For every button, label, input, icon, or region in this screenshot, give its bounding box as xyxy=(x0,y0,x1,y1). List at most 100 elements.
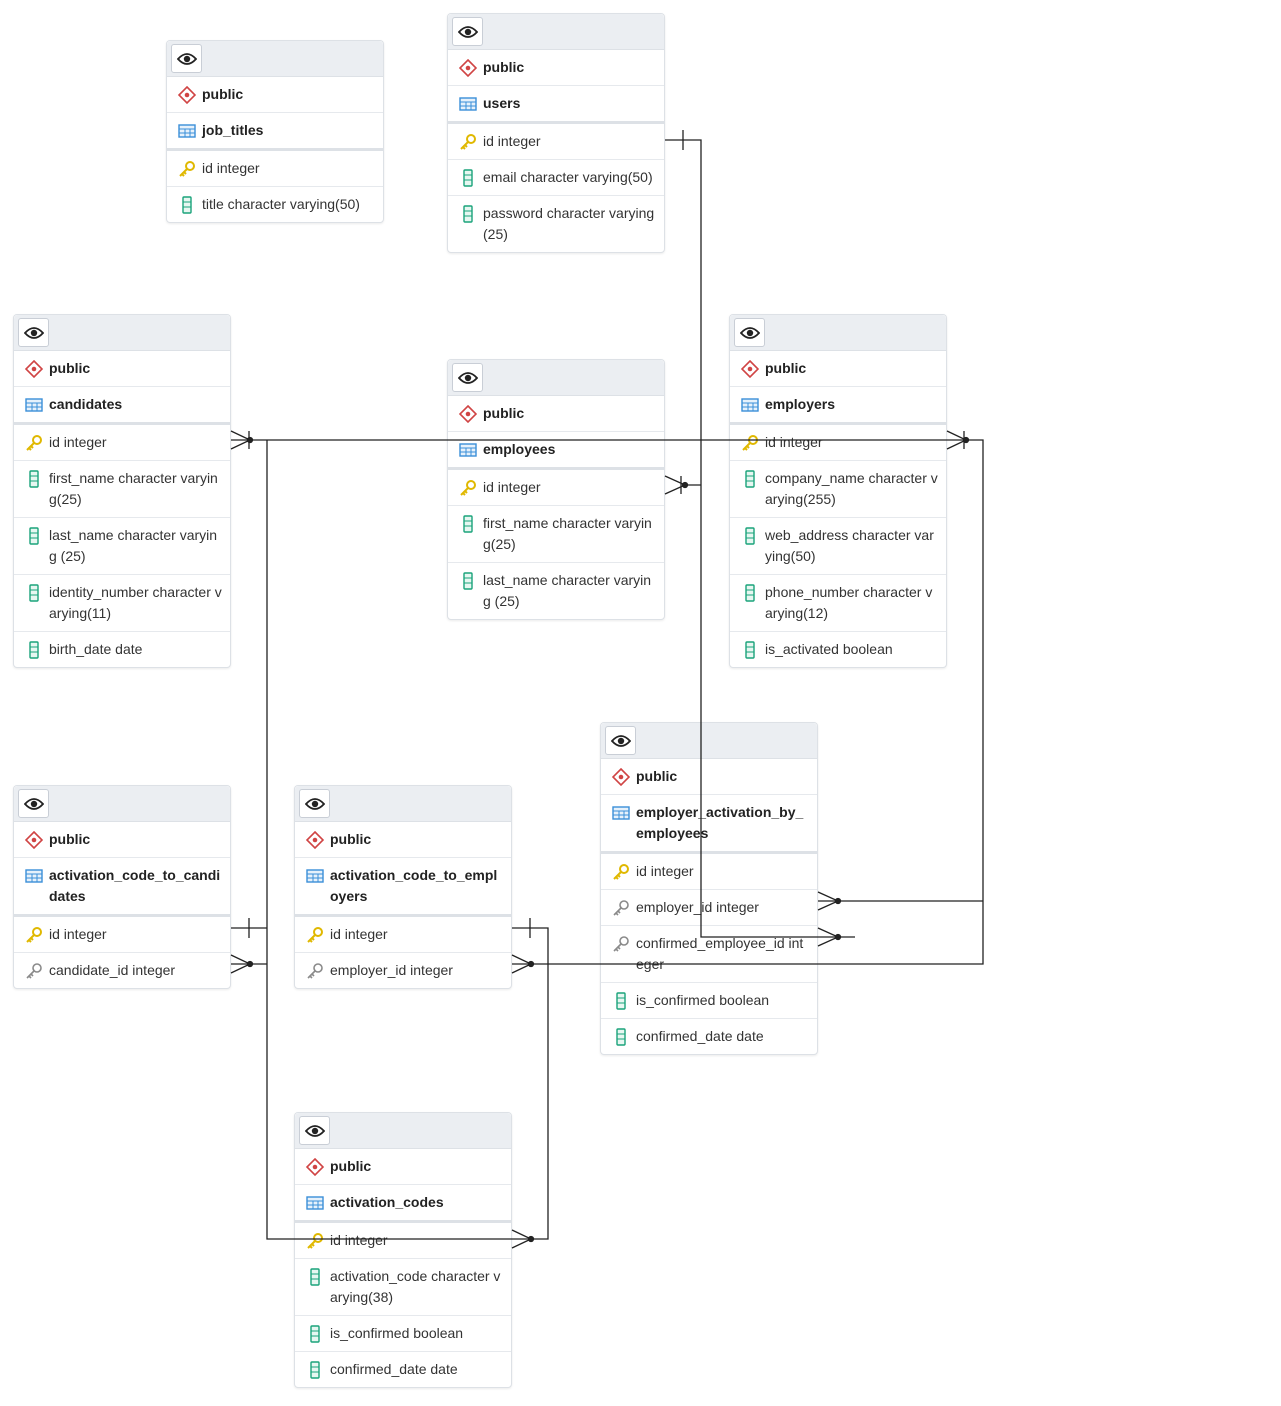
column-row[interactable]: confirmed_date date xyxy=(295,1352,511,1387)
column-row[interactable]: id integer xyxy=(601,854,817,890)
schema-row: public xyxy=(448,50,664,86)
column-row[interactable]: id integer xyxy=(14,917,230,953)
table-employees[interactable]: public employees id integer first_name char… xyxy=(447,359,665,620)
column-label: id integer xyxy=(483,479,541,495)
column-row[interactable]: last_name character varying (25) xyxy=(448,563,664,619)
column-label: confirmed_date date xyxy=(330,1361,458,1377)
table-candidates[interactable]: public candidates id integer first_name cha… xyxy=(13,314,231,668)
column-row[interactable]: id integer xyxy=(730,425,946,461)
column-row[interactable]: is_confirmed boolean xyxy=(601,983,817,1019)
table-header[interactable] xyxy=(601,723,817,759)
column-row[interactable]: is_activated boolean xyxy=(730,632,946,667)
table-name-row: job_titles xyxy=(167,113,383,151)
column-label: password character varying (25) xyxy=(483,205,655,242)
column-row[interactable]: first_name character varying(25) xyxy=(448,506,664,563)
column-row[interactable]: id integer xyxy=(14,425,230,461)
table-name: employees xyxy=(483,441,556,457)
schema-row: public xyxy=(730,351,946,387)
schema-row: public xyxy=(167,77,383,113)
column-row[interactable]: confirmed_date date xyxy=(601,1019,817,1054)
column-row[interactable]: phone_number character varying(12) xyxy=(730,575,946,632)
crowfoot-marker xyxy=(946,430,968,450)
table-name: employers xyxy=(765,396,836,412)
column-row[interactable]: activation_code character varying(38) xyxy=(295,1259,511,1316)
crowfoot-marker xyxy=(511,954,533,974)
column-row[interactable]: id integer xyxy=(295,1223,511,1259)
column-label: is_confirmed boolean xyxy=(636,992,770,1008)
schema-name: public xyxy=(483,59,525,75)
crowfoot-marker xyxy=(230,954,252,974)
table-name-row: employer_activation_by_employees xyxy=(601,795,817,854)
column-label: id integer xyxy=(483,133,541,149)
column-label: last_name character varying (25) xyxy=(483,572,652,609)
table-header[interactable] xyxy=(448,14,664,50)
column-row[interactable]: id integer xyxy=(448,470,664,506)
column-row[interactable]: company_name character varying(255) xyxy=(730,461,946,518)
column-row[interactable]: title character varying(50) xyxy=(167,187,383,222)
table-header[interactable] xyxy=(14,786,230,822)
schema-row: public xyxy=(601,759,817,795)
table-job-titles[interactable]: public job_titlesid integer title characte… xyxy=(166,40,384,223)
column-label: is_activated boolean xyxy=(765,641,893,657)
column-label: confirmed_date date xyxy=(636,1028,764,1044)
eye-icon[interactable] xyxy=(18,318,49,347)
table-name-row: employers xyxy=(730,387,946,425)
column-row[interactable]: email character varying(50) xyxy=(448,160,664,196)
table-header[interactable] xyxy=(730,315,946,351)
table-users[interactable]: public users id integer email character var… xyxy=(447,13,665,253)
column-label: first_name character varying(25) xyxy=(49,470,218,507)
schema-name: public xyxy=(202,86,244,102)
table-activation-codes[interactable]: public activation_codes id integer activati… xyxy=(294,1112,512,1388)
table-name: job_titles xyxy=(202,122,264,138)
column-row[interactable]: employer_id integer xyxy=(601,890,817,926)
table-activation-code-to-candidates[interactable]: public activation_code_to_candidates id in… xyxy=(13,785,231,989)
column-row[interactable]: is_confirmed boolean xyxy=(295,1316,511,1352)
column-row[interactable]: id integer xyxy=(448,124,664,160)
schema-name: public xyxy=(330,1158,372,1174)
column-label: candidate_id integer xyxy=(49,962,176,978)
column-label: email character varying(50) xyxy=(483,169,653,185)
column-label: id integer xyxy=(330,926,388,942)
table-header[interactable] xyxy=(14,315,230,351)
table-header[interactable] xyxy=(167,41,383,77)
column-label: id integer xyxy=(636,863,694,879)
schema-name: public xyxy=(483,405,525,421)
column-label: phone_number character varying(12) xyxy=(765,584,933,621)
column-row[interactable]: employer_id integer xyxy=(295,953,511,988)
table-activation-code-to-employers[interactable]: public activation_code_to_employers id int… xyxy=(294,785,512,989)
table-name: activation_code_to_employers xyxy=(330,867,498,904)
column-row[interactable]: identity_number character varying(11) xyxy=(14,575,230,632)
column-row[interactable]: id integer xyxy=(167,151,383,187)
column-row[interactable]: last_name character varying (25) xyxy=(14,518,230,575)
column-row[interactable]: birth_date date xyxy=(14,632,230,667)
column-label: last_name character varying (25) xyxy=(49,527,218,564)
table-name-row: activation_codes xyxy=(295,1185,511,1223)
table-employer-activation-by-employees[interactable]: public employer_activation_by_employeesid… xyxy=(600,722,818,1055)
eye-icon[interactable] xyxy=(734,318,765,347)
column-label: title character varying(50) xyxy=(202,196,360,212)
schema-row: public xyxy=(14,351,230,387)
column-label: employer_id integer xyxy=(330,962,453,978)
column-row[interactable]: id integer xyxy=(295,917,511,953)
column-row[interactable]: web_address character varying(50) xyxy=(730,518,946,575)
column-row[interactable]: confirmed_employee_id integer xyxy=(601,926,817,983)
eye-icon[interactable] xyxy=(18,789,49,818)
table-header[interactable] xyxy=(448,360,664,396)
column-row[interactable]: candidate_id integer xyxy=(14,953,230,988)
table-name: activation_code_to_candidates xyxy=(49,867,221,904)
eye-icon[interactable] xyxy=(299,1116,330,1145)
table-employers[interactable]: public employers id integer company_name ch… xyxy=(729,314,947,668)
table-name-row: activation_code_to_employers xyxy=(295,858,511,917)
column-label: web_address character varying(50) xyxy=(765,527,934,564)
table-header[interactable] xyxy=(295,1113,511,1149)
column-row[interactable]: password character varying (25) xyxy=(448,196,664,252)
table-header[interactable] xyxy=(295,786,511,822)
eye-icon[interactable] xyxy=(605,726,636,755)
eye-icon[interactable] xyxy=(452,17,483,46)
eye-icon[interactable] xyxy=(299,789,330,818)
schema-name: public xyxy=(765,360,807,376)
column-row[interactable]: first_name character varying(25) xyxy=(14,461,230,518)
eye-icon[interactable] xyxy=(171,44,202,73)
column-label: employer_id integer xyxy=(636,899,759,915)
eye-icon[interactable] xyxy=(452,363,483,392)
